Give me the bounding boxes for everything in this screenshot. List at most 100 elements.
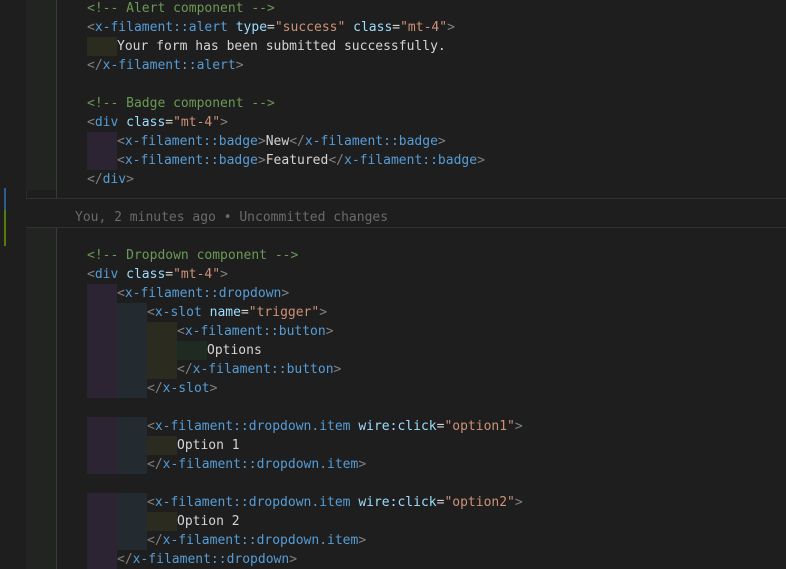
- code-line[interactable]: Your form has been submitted successfull…: [87, 37, 446, 56]
- indent-guide: [87, 132, 117, 151]
- code-token: <: [87, 115, 95, 130]
- code-token: x-filament::dropdown.item: [154, 495, 351, 510]
- code-token: <: [87, 267, 95, 282]
- indent-guide: [87, 455, 117, 474]
- indent-guide: [147, 512, 177, 531]
- code-token: <: [87, 20, 95, 35]
- code-token: >: [325, 324, 334, 339]
- indent-guide: [117, 341, 147, 360]
- indent-guide: [87, 493, 117, 512]
- code-line[interactable]: Option 1: [87, 436, 240, 455]
- code-line[interactable]: </div>: [87, 170, 134, 189]
- code-token: wire:click: [358, 419, 437, 434]
- code-token: >: [514, 419, 523, 434]
- code-token: Your form has been submitted successfull…: [117, 39, 446, 54]
- indent-guide-line: [56, 0, 57, 569]
- code-token: <: [147, 305, 155, 320]
- code-token: x-filament::alert: [94, 20, 228, 35]
- code-token: <: [117, 286, 125, 301]
- code-token: >: [209, 381, 218, 396]
- code-token: >: [220, 267, 228, 282]
- code-line[interactable]: </x-filament::alert>: [87, 56, 244, 75]
- indent-guide: [117, 360, 147, 379]
- code-line[interactable]: <x-filament::dropdown.item wire:click="o…: [87, 417, 523, 436]
- code-token: x-slot: [162, 381, 210, 396]
- indent-guide: [87, 436, 117, 455]
- code-token: x-filament::dropdown.item: [162, 533, 359, 548]
- indent-guide: [147, 341, 177, 360]
- code-token: >: [358, 533, 367, 548]
- code-token: x-filament::badge: [304, 134, 438, 149]
- code-token: </: [87, 172, 103, 187]
- indent-guide: [117, 512, 147, 531]
- code-line[interactable]: <x-filament::alert type="success" class=…: [87, 18, 455, 37]
- code-line[interactable]: <x-slot name="trigger">: [87, 303, 327, 322]
- code-line[interactable]: Option 2: [87, 512, 240, 531]
- indent-guide: [87, 341, 117, 360]
- code-editor[interactable]: You, 2 minutes ago • Uncommitted changes…: [0, 0, 786, 569]
- indent-guide: [117, 531, 147, 550]
- code-line[interactable]: </x-filament::dropdown>: [87, 550, 297, 569]
- code-token: x-filament::dropdown.item: [154, 419, 351, 434]
- code-token: "option1": [444, 419, 515, 434]
- indent-guide: [87, 37, 117, 56]
- code-token: x-filament::button: [192, 362, 334, 377]
- code-line[interactable]: <!-- Alert component -->: [87, 0, 275, 18]
- code-line[interactable]: <x-filament::dropdown.item wire:click="o…: [87, 493, 523, 512]
- code-token: >: [257, 134, 266, 149]
- scm-added-marker[interactable]: [4, 210, 6, 246]
- code-line[interactable]: </x-filament::button>: [87, 360, 341, 379]
- code-line[interactable]: <div class="mt-4">: [87, 265, 228, 284]
- code-token: <: [147, 419, 155, 434]
- code-token: <!-- Badge component -->: [87, 96, 275, 111]
- code-token: <: [147, 495, 155, 510]
- code-token: div: [102, 172, 127, 187]
- code-line[interactable]: <x-filament::badge>New</x-filament::badg…: [87, 132, 446, 151]
- code-line[interactable]: Options: [87, 341, 262, 360]
- code-token: "trigger": [248, 305, 320, 320]
- code-token: class: [126, 115, 166, 130]
- code-token: "success": [274, 20, 346, 35]
- scm-modified-marker[interactable]: [4, 188, 6, 210]
- code-line[interactable]: <x-filament::dropdown>: [87, 284, 289, 303]
- code-line[interactable]: </x-slot>: [87, 379, 217, 398]
- code-line[interactable]: <div class="mt-4">: [87, 113, 228, 132]
- indent-guide: [87, 512, 117, 531]
- line-gutter[interactable]: [0, 0, 27, 569]
- code-token: >: [447, 20, 455, 35]
- code-token: >: [235, 58, 244, 73]
- code-token: x-filament::badge: [124, 153, 258, 168]
- indent-guide: [147, 322, 177, 341]
- code-token: x-slot: [154, 305, 202, 320]
- code-token: x-filament::dropdown: [124, 286, 282, 301]
- code-token: </: [87, 58, 103, 73]
- code-token: >: [220, 115, 228, 130]
- code-token: "mt-4": [173, 115, 221, 130]
- code-token: </: [328, 153, 344, 168]
- code-line[interactable]: <!-- Badge component -->: [87, 94, 275, 113]
- code-token: "mt-4": [400, 20, 448, 35]
- indent-guide: [117, 303, 147, 322]
- code-line[interactable]: </x-filament::dropdown.item>: [87, 455, 366, 474]
- code-line[interactable]: <x-filament::badge>Featured</x-filament:…: [87, 151, 485, 170]
- code-line[interactable]: </x-filament::dropdown.item>: [87, 531, 366, 550]
- code-token: =: [267, 20, 275, 35]
- code-token: >: [289, 552, 298, 567]
- code-token: >: [333, 362, 342, 377]
- code-line[interactable]: <!-- Dropdown component -->: [87, 246, 298, 265]
- code-token: >: [477, 153, 485, 168]
- indent-guide: [147, 360, 177, 379]
- code-token: x-filament::badge: [344, 153, 478, 168]
- indent-guide: [87, 379, 117, 398]
- git-blame-annotation: You, 2 minutes ago • Uncommitted changes: [75, 210, 389, 225]
- code-token: </: [177, 362, 193, 377]
- code-line[interactable]: <x-filament::button>: [87, 322, 334, 341]
- code-token: "mt-4": [173, 267, 221, 282]
- indent-guide: [147, 436, 177, 455]
- code-token: >: [437, 134, 446, 149]
- code-token: <: [117, 153, 125, 168]
- code-token: x-filament::badge: [124, 134, 258, 149]
- code-token: Option 2: [177, 514, 240, 529]
- code-token: >: [358, 457, 367, 472]
